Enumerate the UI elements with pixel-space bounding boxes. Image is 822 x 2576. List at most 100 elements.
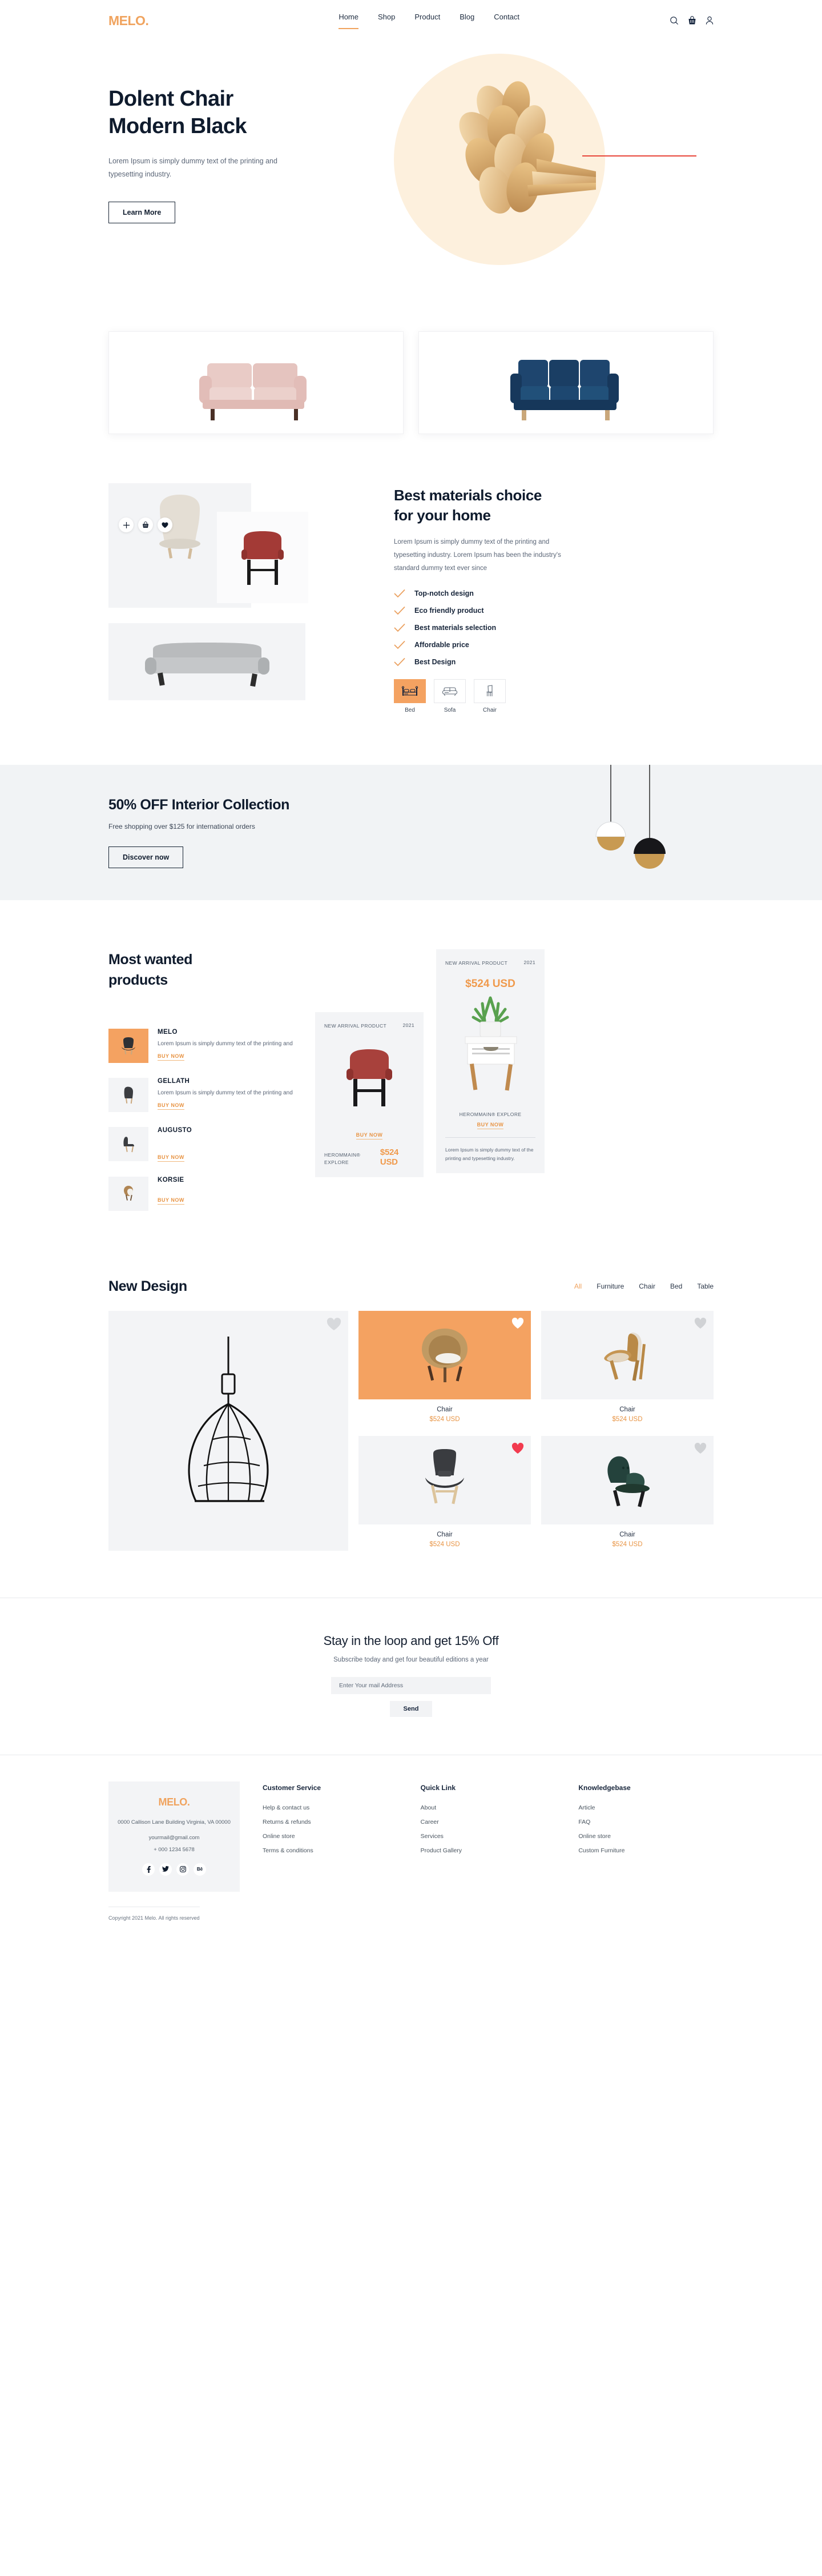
heart-icon[interactable] (694, 1317, 707, 1329)
product-card[interactable]: Chair $524 USD (541, 1310, 714, 1426)
sofa-card-navy[interactable] (418, 331, 714, 434)
footer-phone[interactable]: + 000 1234 5678 (118, 1847, 231, 1853)
featured-lamp-panel[interactable] (108, 1310, 348, 1551)
category-sofa-box[interactable] (434, 679, 466, 704)
feature-item: Best Design (394, 657, 714, 667)
basket-icon[interactable] (138, 517, 153, 532)
hero-copy: Dolent Chair Modern Black Lorem Ipsum is… (108, 41, 348, 224)
footer-link[interactable]: Terms & conditions (263, 1847, 398, 1854)
nav-item-blog[interactable]: Blog (460, 13, 474, 29)
product-card[interactable]: Chair $524 USD (358, 1310, 531, 1426)
feature-label: Eco friendly product (414, 607, 484, 615)
materials-copy: Best materials choice for your home Lore… (394, 483, 714, 713)
footer-link[interactable]: Services (421, 1833, 556, 1840)
brand-logo[interactable]: MELO. (108, 13, 149, 29)
footer-link[interactable]: Online store (263, 1833, 398, 1840)
search-icon[interactable] (670, 16, 679, 25)
product-list: MELO Lorem Ipsum is simply dummy text of… (108, 1028, 303, 1211)
buy-now-link[interactable]: BUY NOW (158, 1154, 184, 1162)
tab-table[interactable]: Table (697, 1282, 714, 1290)
footer-logo[interactable]: MELO. (118, 1796, 231, 1808)
list-item[interactable]: GELLATH Lorem Ipsum is simply dummy text… (108, 1077, 303, 1112)
list-item[interactable]: AUGUSTO BUY NOW (108, 1126, 303, 1162)
account-icon[interactable] (706, 16, 714, 25)
category-chair-box[interactable] (474, 679, 506, 704)
footer-email[interactable]: yourmail@gmail.com (118, 1835, 231, 1841)
footer-link[interactable]: Article (578, 1804, 714, 1811)
new-design-filter-tabs: All Furniture Chair Bed Table (574, 1282, 714, 1290)
buy-now-link[interactable]: BUY NOW (158, 1197, 184, 1205)
footer-link[interactable]: Career (421, 1819, 556, 1825)
learn-more-button[interactable]: Learn More (108, 202, 176, 224)
heart-icon[interactable] (158, 517, 172, 532)
sofa-card-pink[interactable] (108, 331, 404, 434)
product-name: AUGUSTO (158, 1126, 192, 1134)
footer-link[interactable]: About (421, 1804, 556, 1811)
nightstand-plant-image (465, 996, 517, 1091)
nav-item-shop[interactable]: Shop (378, 13, 395, 29)
footer-link[interactable]: Product Gallery (421, 1847, 556, 1854)
list-item[interactable]: MELO Lorem Ipsum is simply dummy text of… (108, 1028, 303, 1063)
twitter-icon[interactable] (159, 1863, 172, 1876)
discover-now-button[interactable]: Discover now (108, 846, 184, 869)
category-sofa[interactable]: Sofa (434, 679, 466, 713)
buy-now-link[interactable]: BUY NOW (158, 1053, 184, 1061)
grey-sofa-image (144, 643, 269, 687)
footer-link[interactable]: FAQ (578, 1819, 714, 1825)
product-price: $524 USD (612, 1415, 643, 1423)
footer-link[interactable]: Returns & refunds (263, 1819, 398, 1825)
send-button[interactable]: Send (390, 1700, 432, 1717)
new-design-body: Chair $524 USD Chair $524 USD Chair $524… (108, 1310, 714, 1551)
product-card[interactable]: Chair $524 USD (541, 1435, 714, 1551)
nav-item-contact[interactable]: Contact (494, 13, 519, 29)
featured-table-card[interactable]: NEW ARRIVAL PRODUCT 2021 $524 USD HEROMM… (436, 949, 545, 1174)
copyright-text: Copyright 2021 Melo. All rights reserved (108, 1906, 200, 1921)
hero-title-line2: Modern Black (108, 114, 247, 138)
card-buy-now-link[interactable]: BUY NOW (356, 1132, 383, 1139)
email-field[interactable] (331, 1676, 491, 1694)
heart-icon[interactable] (694, 1442, 707, 1454)
featured-chair-card[interactable]: NEW ARRIVAL PRODUCT 2021 BUY NOW HEROMMA… (315, 1012, 424, 1177)
navy-sofa-image (510, 360, 619, 420)
plus-icon[interactable] (119, 517, 134, 532)
card-brand: HEROMMAIN® EXPLORE (324, 1151, 361, 1166)
nav-item-home[interactable]: Home (339, 13, 358, 29)
heart-icon[interactable] (511, 1442, 524, 1454)
heart-icon[interactable] (327, 1317, 341, 1331)
list-item[interactable]: KORSIE BUY NOW (108, 1176, 303, 1211)
category-bed-box[interactable] (394, 679, 426, 704)
heart-icon[interactable] (511, 1317, 524, 1329)
tab-chair[interactable]: Chair (639, 1282, 655, 1290)
behance-icon[interactable]: Bē (194, 1863, 206, 1876)
product-name: GELLATH (158, 1077, 190, 1085)
card-buy-now-link[interactable]: BUY NOW (477, 1122, 504, 1129)
footer-link[interactable]: Online store (578, 1833, 714, 1840)
facebook-icon[interactable] (142, 1863, 155, 1876)
footer-link[interactable]: Help & contact us (263, 1804, 398, 1811)
cart-icon[interactable] (688, 16, 696, 25)
gellath-chair-image (124, 1086, 133, 1104)
korsie-chair-image (124, 1185, 133, 1201)
product-name: Chair (619, 1406, 635, 1413)
tab-bed[interactable]: Bed (670, 1282, 682, 1290)
category-bed[interactable]: Bed (394, 679, 426, 713)
red-chair-tile (217, 512, 308, 603)
tab-furniture[interactable]: Furniture (597, 1282, 624, 1290)
card-image (445, 990, 535, 1105)
green-armchair-image (607, 1456, 650, 1507)
category-chair[interactable]: Chair (474, 679, 506, 713)
feature-item: Eco friendly product (394, 606, 714, 615)
product-card[interactable]: Chair $524 USD (358, 1435, 531, 1551)
tab-all[interactable]: All (574, 1282, 582, 1290)
card-price: $524 USD (380, 1147, 399, 1167)
footer-link[interactable]: Custom Furniture (578, 1847, 714, 1854)
product-name: MELO (158, 1028, 178, 1036)
nav-item-product[interactable]: Product (414, 13, 440, 29)
footer-column-customer-service: Customer Service Help & contact us Retur… (240, 1781, 398, 1892)
instagram-icon[interactable] (176, 1863, 189, 1876)
product-price: $524 USD (612, 1540, 643, 1548)
category-chair-label: Chair (483, 707, 497, 714)
product-name: Chair (437, 1531, 453, 1538)
materials-description: Lorem Ipsum is simply dummy text of the … (394, 539, 561, 572)
buy-now-link[interactable]: BUY NOW (158, 1102, 184, 1110)
